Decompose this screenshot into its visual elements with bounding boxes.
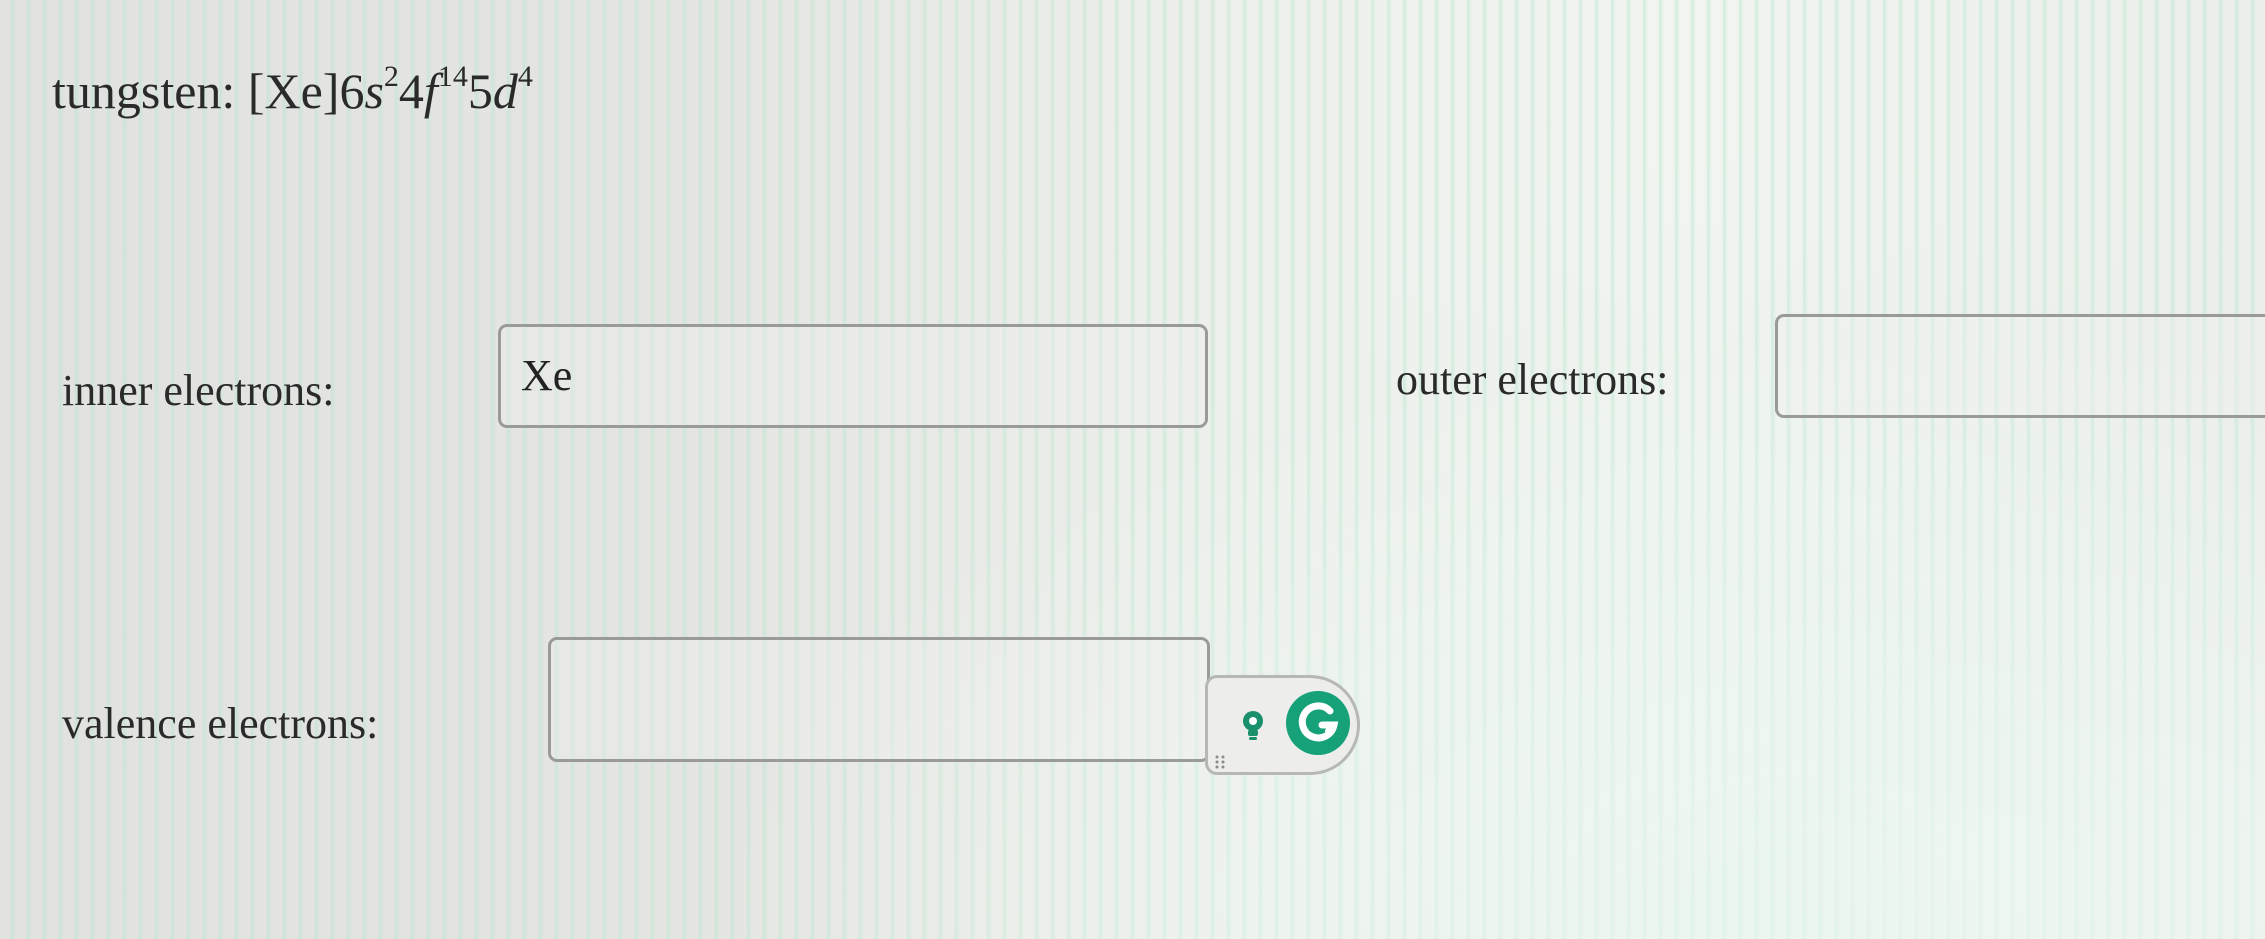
electron-configuration: tungsten: [Xe]6s24f145d4 (52, 60, 533, 120)
screen-glare (700, 0, 2265, 939)
valence-electrons-label: valence electrons: (62, 699, 379, 748)
inner-electrons-label: inner electrons: (62, 366, 335, 415)
valence-electrons-input[interactable] (548, 637, 1210, 762)
grammarly-widget[interactable] (1205, 675, 1360, 775)
formula-prefix: tungsten: [Xe] (52, 63, 340, 119)
drag-handle-icon[interactable] (1214, 754, 1228, 770)
outer-electrons-input[interactable] (1775, 314, 2265, 418)
inner-electrons-input[interactable]: Xe (498, 324, 1208, 428)
lightbulb-icon[interactable] (1236, 708, 1270, 742)
outer-electrons-label: outer electrons: (1396, 355, 1669, 404)
grammarly-logo-icon[interactable] (1286, 691, 1350, 755)
